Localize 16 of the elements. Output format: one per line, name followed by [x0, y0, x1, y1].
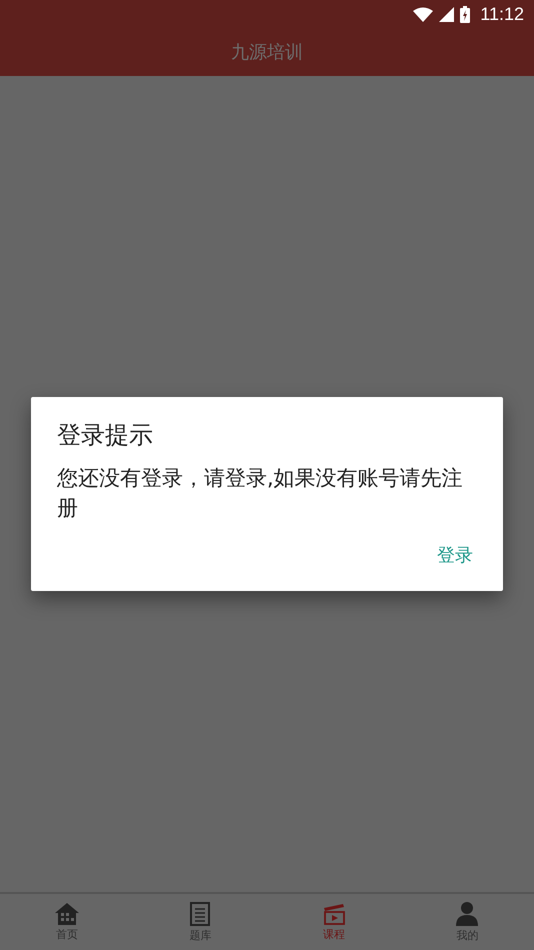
house-icon — [54, 902, 79, 924]
nav-tab[interactable]: 我的 — [400, 894, 534, 950]
app-title: 九源培训 — [231, 41, 303, 64]
status-time: 11:12 — [480, 4, 524, 24]
person-icon — [456, 902, 478, 926]
nav-tab[interactable]: 首页 — [0, 894, 134, 950]
document-icon — [190, 902, 210, 926]
wifi-icon — [413, 6, 434, 22]
login-button[interactable]: 登录 — [433, 537, 477, 573]
nav-tab[interactable]: 课程 — [267, 894, 400, 950]
battery-icon — [460, 6, 470, 22]
clapperboard-icon — [322, 902, 345, 924]
nav-tab[interactable]: 题库 — [134, 894, 267, 950]
dialog-message: 您还没有登录，请登录,如果没有账号请先注册 — [57, 465, 464, 522]
signal-icon — [439, 6, 454, 22]
dialog-title: 登录提示 — [57, 420, 154, 451]
